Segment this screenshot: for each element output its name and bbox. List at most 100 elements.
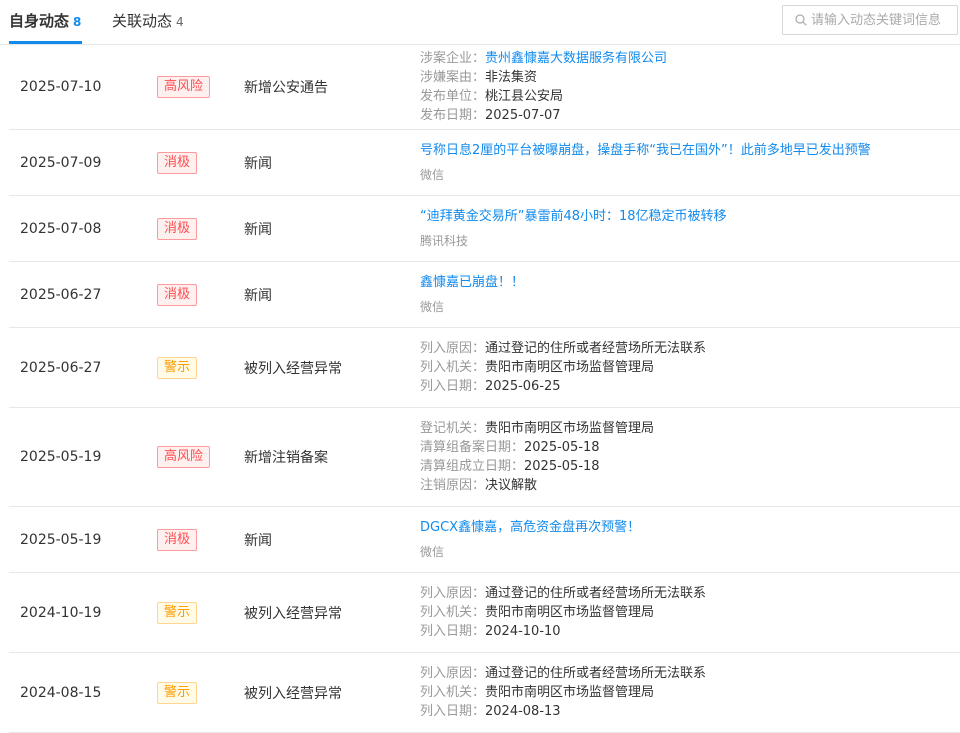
tab-own-events-count: 8 <box>73 15 82 29</box>
risk-level-badge: 警示 <box>157 681 198 704</box>
news-title-link[interactable]: “迪拜黄金交易所”暴雷前48小时：18亿稳定币被转移 <box>420 207 727 227</box>
news-source: 微信 <box>420 300 445 314</box>
detail-line: 列入原因：通过登记的住所或者经营场所无法联系 <box>420 584 706 603</box>
detail-key: 清算组备案日期： <box>420 440 525 455</box>
table-row: 2024-08-15 警示 被列入经营异常 列入原因：通过登记的住所或者经营场所无法联… <box>9 653 960 733</box>
event-type: 被列入经营异常 <box>244 360 342 377</box>
detail-value: 桃江县公安局 <box>485 89 564 104</box>
detail-line: 涉案企业：贵州鑫慷嘉大数据服务有限公司 <box>420 49 667 68</box>
event-detail: 列入原因：通过登记的住所或者经营场所无法联系 列入机关：贵阳市南明区市场监督管理局… <box>420 653 706 732</box>
table-row: 2025-05-19 高风险 新增注销备案 登记机关：贵阳市南明区市场监督管理局 清算组… <box>9 408 960 507</box>
active-tab-indicator <box>9 41 82 44</box>
detail-key: 清算组成立日期： <box>420 459 525 474</box>
news-source: 微信 <box>420 545 445 559</box>
event-detail: “迪拜黄金交易所”暴雷前48小时：18亿稳定币被转移腾讯科技 <box>420 196 727 261</box>
detail-line: 列入机关：贵阳市南明区市场监督管理局 <box>420 683 706 702</box>
detail-value: 贵阳市南明区市场监督管理局 <box>485 685 655 700</box>
table-row: 2025-06-27 警示 被列入经营异常 列入原因：通过登记的住所或者经营场所无法联… <box>9 328 960 408</box>
detail-value: 2024-10-10 <box>485 624 561 639</box>
detail-key: 列入机关： <box>420 685 486 700</box>
tab-bar: 自身动态 8 关联动态 4 <box>0 0 960 45</box>
tab-related-events-label: 关联动态 <box>112 12 173 30</box>
table-row: 2025-06-27 消极 新闻 鑫慷嘉已崩盘！！ 微信 <box>9 262 960 328</box>
event-detail: DGCX鑫慷嘉，高危资金盘再次预警！ 微信 <box>420 507 640 572</box>
detail-value: 通过登记的住所或者经营场所无法联系 <box>485 666 707 681</box>
risk-level-badge: 消极 <box>157 283 198 306</box>
event-date: 2024-10-19 <box>20 604 102 621</box>
event-date: 2025-07-10 <box>20 79 102 95</box>
detail-key: 涉案企业： <box>420 51 486 66</box>
event-detail: 登记机关：贵阳市南明区市场监督管理局 清算组备案日期：2025-05-18 清算组成… <box>420 408 654 506</box>
search-box[interactable] <box>782 5 958 35</box>
search-input[interactable] <box>811 8 955 32</box>
risk-level-badge: 高风险 <box>157 446 211 468</box>
detail-key: 发布日期： <box>420 108 486 123</box>
detail-line: 列入日期：2024-08-13 <box>420 702 706 721</box>
risk-level-badge: 警示 <box>157 601 198 624</box>
detail-line: 清算组备案日期：2025-05-18 <box>420 438 654 457</box>
event-date: 2025-06-27 <box>20 359 102 376</box>
detail-line: 列入日期：2024-10-10 <box>420 622 706 641</box>
news-source: 微信 <box>420 168 445 182</box>
event-date: 2025-05-19 <box>20 531 102 548</box>
news-source: 腾讯科技 <box>420 234 469 248</box>
detail-line: 注销原因：决议解散 <box>420 476 654 495</box>
event-detail: 号称日息2厘的平台被曝崩盘，操盘手称“我已在国外”！此前多地早已发出预警微信 <box>420 130 871 195</box>
risk-level-badge: 高风险 <box>157 76 211 98</box>
detail-value: 2025-06-25 <box>485 379 561 394</box>
detail-value: 2025-05-18 <box>524 440 600 455</box>
detail-key: 列入日期： <box>420 624 486 639</box>
detail-key: 列入原因： <box>420 586 486 601</box>
news-title-link[interactable]: 鑫慷嘉已崩盘！！ <box>420 273 524 293</box>
event-date: 2024-08-15 <box>20 684 102 701</box>
news-title-link[interactable]: DGCX鑫慷嘉，高危资金盘再次预警！ <box>420 518 640 538</box>
detail-key: 列入机关： <box>420 360 486 375</box>
news-title-link[interactable]: 号称日息2厘的平台被曝崩盘，操盘手称“我已在国外”！此前多地早已发出预警 <box>420 141 871 161</box>
risk-level-badge: 警示 <box>157 356 198 379</box>
tab-own-events[interactable]: 自身动态 8 <box>9 10 81 32</box>
event-detail: 鑫慷嘉已崩盘！！ 微信 <box>420 262 524 327</box>
detail-line: 发布日期：2025-07-07 <box>420 106 667 125</box>
detail-key: 涉嫌案由： <box>420 70 486 85</box>
events-table: 2025-07-10 高风险 新增公安通告 涉案企业：贵州鑫慷嘉大数据服务有限公司涉嫌… <box>0 45 960 733</box>
event-type: 新闻 <box>244 287 272 304</box>
event-type: 新闻 <box>244 155 272 172</box>
event-detail: 涉案企业：贵州鑫慷嘉大数据服务有限公司 涉嫌案由：非法集资 发布单位：桃江县公安局发… <box>420 45 667 129</box>
detail-value: 2025-05-18 <box>524 459 600 474</box>
event-type: 新闻 <box>244 221 272 238</box>
detail-line: 登记机关：贵阳市南明区市场监督管理局 <box>420 419 654 438</box>
table-row: 2025-07-09 消极 新闻 号称日息2厘的平台被曝崩盘，操盘手称“我已在国外”！… <box>9 130 960 196</box>
search-icon <box>795 14 807 26</box>
detail-line: 列入原因：通过登记的住所或者经营场所无法联系 <box>420 339 706 358</box>
table-row: 2025-05-19 消极 新闻 DGCX鑫慷嘉，高危资金盘再次预警！ 微信 <box>9 507 960 573</box>
event-date: 2025-05-19 <box>20 449 102 465</box>
detail-value: 决议解散 <box>485 478 538 493</box>
detail-key: 登记机关： <box>420 421 486 436</box>
event-type: 新闻 <box>244 532 272 549</box>
event-date: 2025-07-08 <box>20 220 102 237</box>
detail-line: 列入原因：通过登记的住所或者经营场所无法联系 <box>420 664 706 683</box>
detail-key: 注销原因： <box>420 478 486 493</box>
risk-level-badge: 消极 <box>157 151 198 174</box>
detail-value: 通过登记的住所或者经营场所无法联系 <box>485 341 707 356</box>
detail-key: 发布单位： <box>420 89 486 104</box>
tab-related-events[interactable]: 关联动态 4 <box>112 10 184 32</box>
event-type: 新增公安通告 <box>244 80 328 96</box>
detail-value: 贵阳市南明区市场监督管理局 <box>485 605 655 620</box>
detail-value: 贵阳市南明区市场监督管理局 <box>485 360 655 375</box>
risk-level-badge: 消极 <box>157 528 198 551</box>
company-link[interactable]: 贵州鑫慷嘉大数据服务有限公司 <box>485 51 667 66</box>
event-date: 2025-07-09 <box>20 154 102 171</box>
tab-related-events-count: 4 <box>176 15 184 29</box>
event-detail: 列入原因：通过登记的住所或者经营场所无法联系列入机关：贵阳市南明区市场监督管理局… <box>420 328 706 407</box>
detail-value: 贵阳市南明区市场监督管理局 <box>485 421 655 436</box>
detail-line: 列入日期：2025-06-25 <box>420 377 706 396</box>
tab-own-events-label: 自身动态 <box>9 12 70 30</box>
detail-key: 列入日期： <box>420 379 486 394</box>
detail-key: 列入机关： <box>420 605 486 620</box>
detail-value: 通过登记的住所或者经营场所无法联系 <box>485 586 707 601</box>
event-date: 2025-06-27 <box>20 286 102 303</box>
event-type: 被列入经营异常 <box>244 685 342 702</box>
table-row: 2025-07-10 高风险 新增公安通告 涉案企业：贵州鑫慷嘉大数据服务有限公司涉嫌… <box>9 45 960 130</box>
table-row: 2024-10-19 警示 被列入经营异常 列入原因：通过登记的住所或者经营场所无法联… <box>9 573 960 653</box>
